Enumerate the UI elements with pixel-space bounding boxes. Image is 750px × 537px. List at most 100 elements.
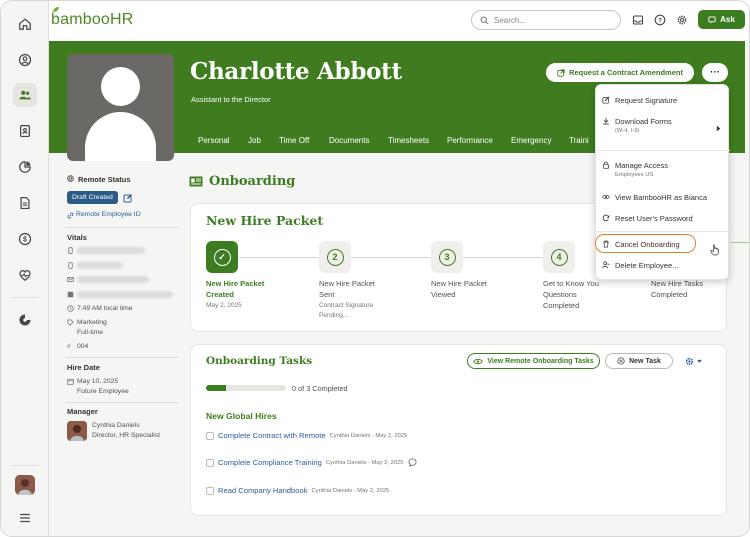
remote-status-label: Remote Status [78, 175, 131, 184]
hire-status: Future Employee [77, 388, 129, 395]
step-connector [463, 257, 543, 258]
step-2-label-line-2: Sent [319, 290, 335, 299]
bamboohr-logo[interactable]: bambooHR [51, 7, 134, 29]
view-as-label: View BambooHR as Bianca [615, 193, 707, 202]
task-row: Complete Compliance Training Cynthia Dan… [206, 458, 417, 467]
request-button-label: Request a Contract Amendment [569, 68, 683, 77]
employment-type: Full-time [77, 329, 104, 336]
task-checkbox[interactable] [206, 486, 214, 495]
mobile-icon [67, 262, 74, 269]
step-4-label-line-2: Questions [543, 290, 577, 299]
task-settings-gear-dropdown[interactable] [685, 356, 705, 366]
step-5-label: New Hire Tasks Completed [651, 278, 703, 300]
inbox-icon[interactable] [631, 13, 645, 27]
step-connector [351, 257, 431, 258]
employee-name: Charlotte Abbott [190, 58, 402, 85]
step-1-complete: ✓ [206, 241, 238, 273]
search-input[interactable]: Search... [471, 10, 621, 30]
apps-icon[interactable] [13, 308, 37, 332]
task-checkbox[interactable] [206, 431, 214, 440]
menu-item-request-signature[interactable]: Request Signature [602, 96, 677, 105]
step-1-label-line-1: New Hire Packet [206, 279, 265, 288]
step-4-label-line-1: Get to Know You [543, 279, 599, 288]
task-checkbox[interactable] [206, 458, 214, 467]
step-2-label-line-1: New Hire Packet [319, 279, 375, 288]
new-task-button[interactable]: New Task [605, 353, 673, 369]
menu-item-delete-employee[interactable]: Delete Employee... [602, 261, 678, 270]
onboarding-icon [189, 176, 203, 187]
tab-time-off[interactable]: Time Off [279, 136, 309, 145]
remote-link-icon [67, 212, 74, 219]
tab-performance[interactable]: Performance [447, 136, 493, 145]
onboarding-title: Onboarding [209, 174, 296, 189]
people-icon[interactable] [13, 83, 37, 107]
search-placeholder: Search... [494, 15, 527, 25]
more-actions-button[interactable]: ··· [702, 63, 728, 82]
payroll-icon[interactable]: $ [13, 227, 37, 251]
request-contract-amendment-button[interactable]: Request a Contract Amendment [546, 63, 694, 82]
tab-training[interactable]: Traini [569, 136, 589, 145]
settings-gear-icon[interactable] [675, 13, 689, 27]
files-icon[interactable] [13, 191, 37, 215]
task-meta: Cynthia Daniels - May 2, 2025 [325, 459, 404, 466]
view-remote-onboarding-tasks-button[interactable]: View Remote Onboarding Tasks [467, 353, 600, 369]
menu-item-reset-password[interactable]: Reset User's Password [602, 214, 693, 223]
tab-emergency[interactable]: Emergency [511, 136, 551, 145]
request-signature-label: Request Signature [615, 96, 678, 105]
left-nav-rail: $ [1, 1, 49, 536]
gear-icon [685, 357, 694, 365]
task-title-link[interactable]: Complete Contract with Remote [218, 431, 326, 440]
manage-access-label: Manage Access [615, 161, 668, 170]
delete-employee-label: Delete Employee... [615, 261, 679, 270]
menu-item-manage-access[interactable]: Manage Access Employees US [602, 161, 668, 178]
home-icon[interactable] [13, 12, 37, 36]
step-4-label: Get to Know You Questions Completed [543, 278, 599, 311]
decorative-line [731, 242, 749, 243]
reports-icon[interactable] [13, 155, 37, 179]
manager-name[interactable]: Cynthia Daniels [92, 422, 140, 429]
app-window: $ bambooHR Search... ? Ask Charlotte Abb… [0, 0, 750, 537]
employee-photo-placeholder[interactable] [67, 54, 174, 161]
menu-item-view-as[interactable]: View BambooHR as Bianca [602, 193, 707, 202]
new-hire-packet-title: New Hire Packet [206, 213, 324, 228]
divider [65, 227, 179, 228]
edit-icon[interactable] [123, 193, 133, 203]
photo-head-silhouette [101, 67, 140, 106]
task-row: Read Company Handbook Cynthia Daniels - … [206, 486, 389, 495]
profile-icon[interactable] [13, 48, 37, 72]
tab-personal[interactable]: Personal [198, 136, 230, 145]
search-icon [480, 16, 489, 24]
menu-divider [596, 231, 730, 232]
ask-label: Ask [720, 15, 735, 24]
manager-avatar[interactable] [67, 421, 87, 441]
tab-timesheets[interactable]: Timesheets [388, 136, 429, 145]
comment-icon[interactable] [408, 458, 417, 467]
task-row: Complete Contract with Remote Cynthia Da… [206, 431, 407, 440]
eye-icon [473, 358, 484, 364]
tab-job[interactable]: Job [248, 136, 261, 145]
task-title-link[interactable]: Complete Compliance Training [218, 458, 322, 467]
checkmark-icon: ✓ [213, 248, 231, 266]
manager-title: Director, HR Specialist [92, 432, 160, 439]
manage-access-sub: Employees US [615, 172, 654, 178]
globe-icon [67, 175, 74, 182]
rail-divider [11, 297, 39, 298]
tab-documents[interactable]: Documents [329, 136, 369, 145]
department-icon [67, 319, 74, 326]
onboarding-heading: Onboarding [189, 174, 295, 189]
remote-employee-id-link[interactable]: Remote Employee ID [76, 211, 141, 218]
benefits-icon[interactable] [13, 263, 37, 287]
download-forms-label: Download Forms [615, 117, 672, 126]
logo-text: bambooHR [51, 11, 134, 28]
user-avatar[interactable] [15, 475, 35, 495]
task-title-link[interactable]: Read Company Handbook [218, 486, 308, 495]
step-2-sub-line-1: Contract Signature [319, 302, 374, 309]
id-card-icon[interactable] [13, 119, 37, 143]
menu-hamburger-icon[interactable] [13, 506, 37, 530]
redacted-mobile [77, 262, 123, 269]
step-2-sub-line-2: Pending... [319, 311, 349, 319]
ask-button[interactable]: Ask [698, 10, 745, 29]
linkedin-icon [67, 291, 74, 298]
menu-item-download-forms[interactable]: Download Forms (W-4, I-9) [602, 117, 672, 134]
help-icon[interactable]: ? [653, 13, 667, 27]
